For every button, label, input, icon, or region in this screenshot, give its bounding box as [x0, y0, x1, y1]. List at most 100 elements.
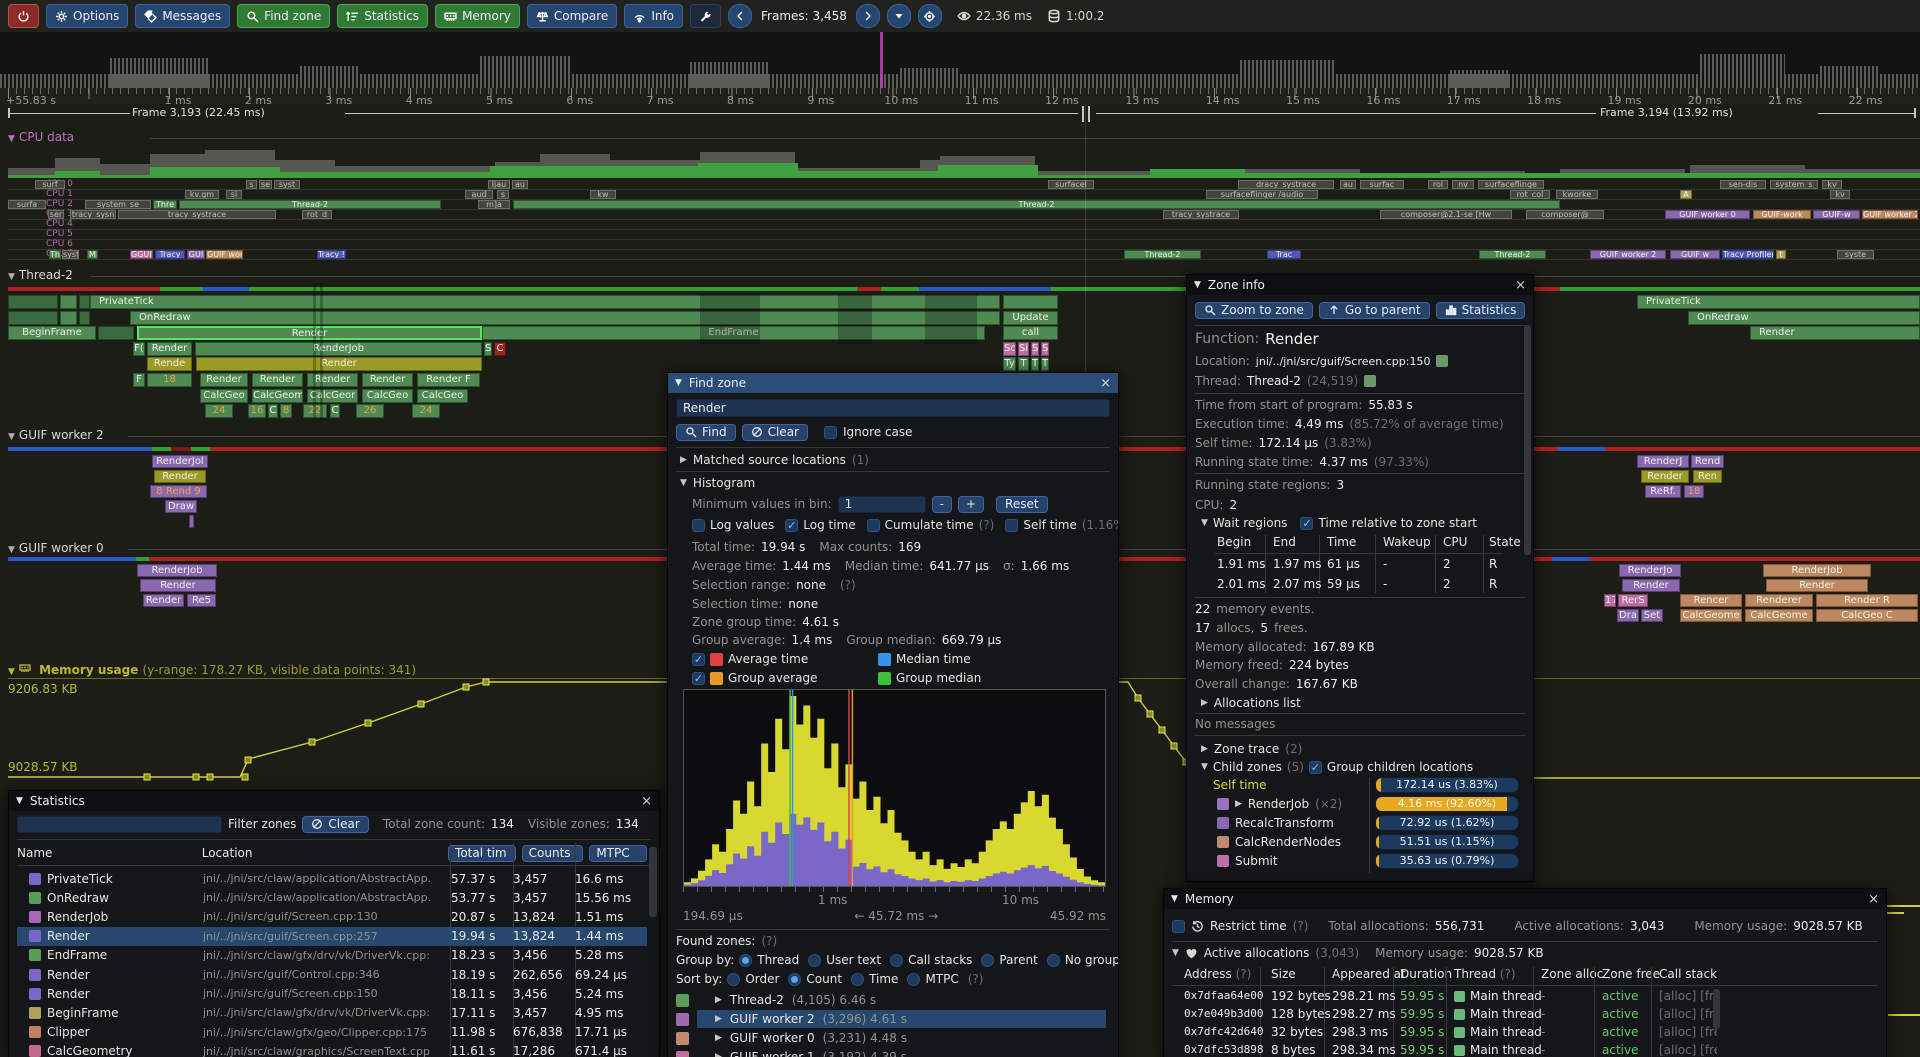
zone-render[interactable]: Render	[154, 470, 206, 483]
zone-zone[interactable]	[1003, 295, 1058, 309]
log-values-checkbox[interactable]	[692, 519, 705, 532]
zone-rende[interactable]: Rende	[147, 357, 192, 371]
cpu-data-header[interactable]: ▼CPU data	[8, 130, 74, 144]
zone-render[interactable]: Render	[140, 579, 216, 592]
cpu-zone-guif-worker-0[interactable]: GUIF worker 0	[1665, 210, 1750, 219]
cpu-zone-tracy[interactable]: Tracy !	[317, 250, 346, 259]
cpu-zone-m[interactable]: M	[87, 250, 98, 259]
col-total-time-button[interactable]: Total tim	[448, 845, 516, 862]
cpu-zone-guif-w[interactable]: GUIF-w	[1813, 210, 1860, 219]
cpu-zone-thread-2[interactable]: Thread-2	[1124, 250, 1201, 259]
close-icon[interactable]: ×	[1515, 278, 1526, 293]
cpu-zone-tracy-sysn[interactable]: tracy_sysn	[70, 210, 116, 219]
found-zone-row-thread-2[interactable]: ▶Thread-2(4,105) 6.46 s	[676, 991, 1106, 1009]
stats-row-render-5[interactable]: Renderjni/../jni/src/guif/Control.cpp:34…	[17, 965, 647, 984]
stats-row-beginframe-7[interactable]: BeginFramejni/../jni/src/claw/gfx/drv/vk…	[17, 1003, 647, 1022]
sort-by-order-radio[interactable]	[727, 973, 740, 986]
zone-c[interactable]: C	[494, 342, 506, 356]
histogram-section-header[interactable]: ▼Histogram	[680, 475, 755, 491]
cpu-zone-tracy[interactable]: Tracy	[155, 250, 185, 259]
cpu-zone-nv[interactable]: nv	[1452, 180, 1474, 189]
cpu-zone-ser[interactable]: ser	[48, 210, 64, 219]
zone-render[interactable]: Render	[200, 373, 248, 387]
zone-zone[interactable]	[79, 295, 90, 309]
zone-16[interactable]: 16	[248, 404, 266, 418]
found-zone-row-guif-worker-1[interactable]: ▶GUIF worker 1(3,192) 4.39 s	[676, 1048, 1106, 1057]
wait-regions-header[interactable]: ▼Wait regions✓Time relative to zone star…	[1201, 515, 1477, 531]
active-allocations-header[interactable]: ▼Active allocations(3,043)Memory usage:9…	[1172, 945, 1544, 961]
cpu-zone-thread-2[interactable]: Thread-2	[179, 200, 441, 209]
thread-header-guif-worker-2[interactable]: ▼GUIF worker 2	[8, 428, 104, 442]
col-mtpc-button[interactable]: MTPC	[589, 845, 647, 862]
stats-row-calcgeometry-9[interactable]: CalcGeometryjni/../jni/src/claw/graphics…	[17, 1042, 647, 1057]
zone-zone[interactable]	[79, 311, 90, 325]
zone-renderj[interactable]: RenderJ	[1637, 455, 1689, 468]
close-icon[interactable]: ×	[1868, 892, 1879, 907]
cpu-zone-rol[interactable]: rol	[1428, 180, 1448, 189]
zone-calcgeome[interactable]: CalcGeome	[252, 389, 303, 403]
stats-row-render-6[interactable]: Renderjni/../jni/src/guif/Screen.cpp:150…	[17, 984, 647, 1003]
cpu-zone-surfaceflinger-audio[interactable]: surfaceflinger /audio	[1206, 190, 1318, 199]
zone-ty[interactable]: Ty	[1003, 357, 1016, 371]
thread-header-guif-worker-0[interactable]: ▼GUIF worker 0	[8, 541, 104, 555]
cpu-zone-sen-dis[interactable]: sen-dis	[1720, 180, 1766, 189]
group-by-user-text-radio[interactable]	[808, 954, 821, 967]
zoom-to-zone-button[interactable]: Zoom to zone	[1195, 302, 1313, 319]
zone-info-scrollbar[interactable]	[1524, 325, 1531, 555]
cpu-zone-tracy-profiler[interactable]: Tracy Profiler	[1722, 250, 1774, 259]
stats-row-privatetick-0[interactable]: PrivateTickjni/../jni/src/claw/applicati…	[17, 869, 647, 888]
child-zones-header[interactable]: ▼Child zones(5)✓Group children locations	[1201, 759, 1473, 775]
matched-source-locations[interactable]: ▶Matched source locations(1)	[680, 452, 869, 468]
cpu-zone-gui[interactable]: GUI	[187, 250, 205, 259]
zone-calcgeo[interactable]: CalcGeo	[200, 389, 248, 403]
zone-8-rend-9[interactable]: 8 Rend 9	[150, 485, 207, 498]
cpu-zone-dracy-systrace[interactable]: dracy_systrace	[1238, 180, 1334, 189]
cpu-zone-syst[interactable]: syst	[62, 250, 79, 259]
memory-scrollbar[interactable]	[1713, 989, 1720, 1029]
zone-renderjob[interactable]: RenderJob	[1763, 564, 1871, 577]
stats-row-render-3[interactable]: Renderjni/../jni/src/guif/Screen.cpp:257…	[17, 927, 647, 946]
zone-render[interactable]: Render	[1641, 470, 1689, 483]
next-frame-button[interactable]	[856, 4, 880, 28]
group-by-call-stacks-radio[interactable]	[890, 954, 903, 967]
stats-scrollbar[interactable]	[649, 847, 657, 917]
child-zone-row-calcrendernodes[interactable]: CalcRenderNodes	[1217, 834, 1341, 850]
find-zone-button[interactable]: Find zone	[237, 4, 330, 28]
options-button[interactable]: Options	[46, 4, 128, 28]
min-bin-input[interactable]: 1	[838, 496, 926, 513]
child-zone-row-submit[interactable]: Submit	[1217, 853, 1278, 869]
group-average-checkbox[interactable]: ✓	[692, 672, 705, 685]
average-time-checkbox[interactable]: ✓	[692, 653, 705, 666]
zone-c[interactable]: C	[330, 404, 340, 418]
cpu-zone-kv[interactable]: kv	[1822, 180, 1842, 189]
zone-update[interactable]: Update	[1003, 311, 1058, 325]
cpu-zone-guif-work[interactable]: GUIF-work	[1753, 210, 1811, 219]
info-button[interactable]: Info	[624, 4, 683, 28]
cpu-zone-guif-worker-2[interactable]: GUIF worker 2	[1862, 210, 1918, 219]
zone-call[interactable]: call	[1003, 326, 1058, 340]
goto-frame-button[interactable]	[918, 4, 942, 28]
cpu-zone-rot-d[interactable]: rot_d	[302, 210, 332, 219]
clear-button[interactable]: Clear	[742, 424, 808, 441]
messages-button[interactable]: Messages	[135, 4, 230, 28]
zone-calcgeo-c[interactable]: CalcGeo C	[1816, 609, 1918, 622]
zone-trace-header[interactable]: ▶Zone trace(2)	[1201, 741, 1302, 757]
cpu-zone-rot-col[interactable]: rot_col	[1510, 190, 1550, 199]
zone-zone[interactable]	[98, 326, 134, 340]
zone-renderjob[interactable]: RenderJob	[137, 564, 217, 577]
allocations-list[interactable]: ▶Allocations list	[1201, 695, 1301, 711]
frame-dropdown-button[interactable]	[887, 4, 911, 28]
cpu-zone-tracy-systrace[interactable]: tracy_systrace	[1163, 210, 1239, 219]
cpu-zone-th[interactable]: Th	[49, 250, 61, 259]
zone-render[interactable]: Render	[196, 357, 482, 371]
zone-zone[interactable]	[60, 295, 77, 309]
zone-18[interactable]: 18	[147, 373, 192, 387]
statistics-button[interactable]: Statistics	[1436, 302, 1526, 319]
found-zone-row-guif-worker-2[interactable]: ▶GUIF worker 2(3,296) 4.61 s	[676, 1010, 1106, 1028]
found-zone-row-guif-worker-0[interactable]: ▶GUIF worker 0(3,231) 4.48 s	[676, 1029, 1106, 1047]
cpu-zone-gguif[interactable]: GGUIF	[130, 250, 153, 259]
cpu-zone-syste[interactable]: syste	[1837, 250, 1874, 259]
zone-c[interactable]: C	[268, 404, 278, 418]
thread-header-thread-2[interactable]: ▼Thread-2	[8, 268, 73, 282]
zone-rend[interactable]: Rend	[1691, 455, 1724, 468]
